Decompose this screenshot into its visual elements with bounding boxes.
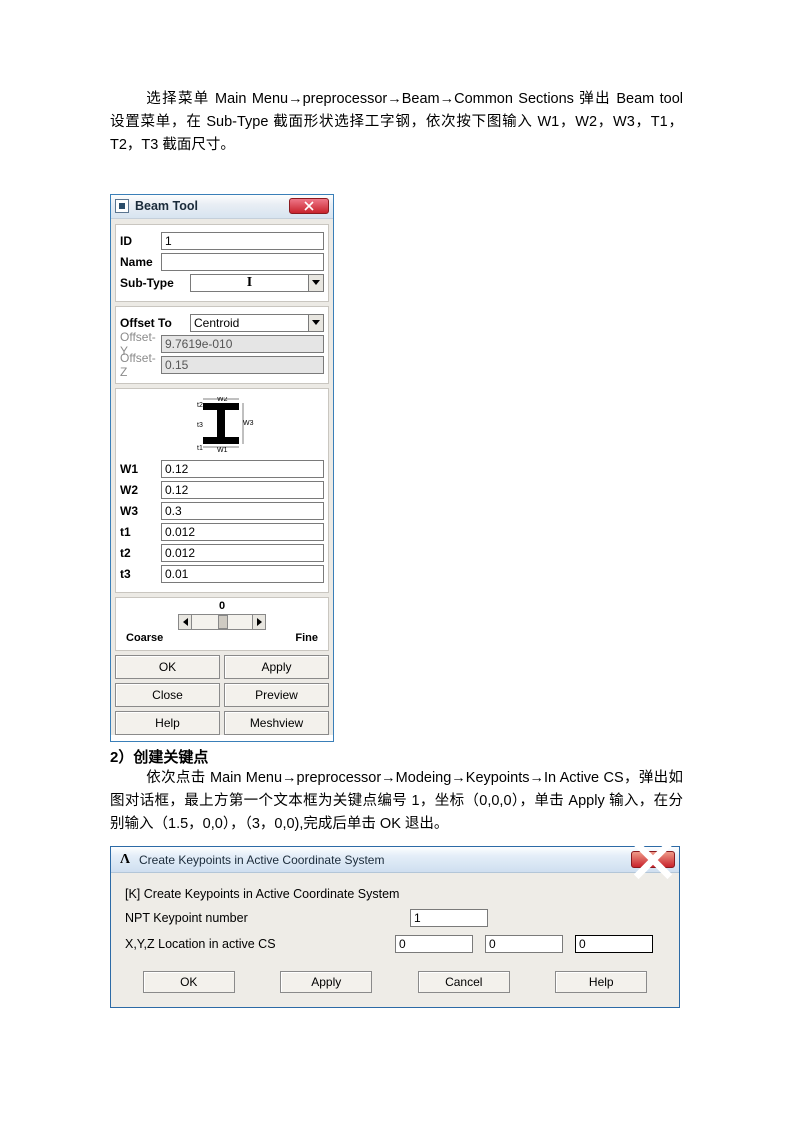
offset-to-value: Centroid xyxy=(191,315,308,331)
coarse-label: Coarse xyxy=(126,632,163,644)
kp-apply-button[interactable]: Apply xyxy=(280,971,372,993)
t1-input[interactable] xyxy=(161,523,324,541)
kp-help-button[interactable]: Help xyxy=(555,971,647,993)
t2-label: t2 xyxy=(120,546,161,560)
close-button[interactable] xyxy=(289,198,329,214)
triangle-left-icon xyxy=(183,618,188,626)
kp-title: Create Keypoints in Active Coordinate Sy… xyxy=(139,853,384,867)
ansys-icon: Λ xyxy=(117,852,133,868)
xyz-label: X,Y,Z Location in active CS xyxy=(125,937,395,951)
beam-tool-titlebar[interactable]: Beam Tool xyxy=(111,195,333,219)
triangle-right-icon xyxy=(257,618,262,626)
dimensions-panel: t2 W2 t3 W3 t1 W1 W1 W2 W3 t1 xyxy=(115,388,329,593)
fine-label: Fine xyxy=(295,632,318,644)
offset-z-input xyxy=(161,356,324,374)
subtype-dropdown-button[interactable] xyxy=(308,275,323,291)
apply-button[interactable]: Apply xyxy=(224,655,329,679)
offset-to-select[interactable]: Centroid xyxy=(190,314,324,332)
svg-text:t2: t2 xyxy=(197,402,203,409)
button-grid: OK Apply Close Preview Help Meshview xyxy=(115,655,329,735)
name-input[interactable] xyxy=(161,253,324,271)
ibeam-icon: I xyxy=(247,275,252,291)
offset-to-label: Offset To xyxy=(120,316,190,330)
svg-text:t3: t3 xyxy=(197,422,203,429)
offset-to-dropdown-button[interactable] xyxy=(308,315,323,331)
system-menu-icon[interactable] xyxy=(115,199,129,213)
t3-label: t3 xyxy=(120,567,161,581)
subtype-label: Sub-Type xyxy=(120,276,190,290)
w1-input[interactable] xyxy=(161,460,324,478)
slider-thumb[interactable] xyxy=(218,615,228,629)
npt-input[interactable] xyxy=(410,909,488,927)
preview-button[interactable]: Preview xyxy=(224,683,329,707)
svg-text:t1: t1 xyxy=(197,445,203,452)
w2-label: W2 xyxy=(120,483,161,497)
z-input[interactable] xyxy=(575,935,653,953)
close-icon xyxy=(304,201,314,211)
id-label: ID xyxy=(120,234,161,248)
npt-label: NPT Keypoint number xyxy=(125,911,410,925)
chevron-down-icon xyxy=(312,320,320,325)
id-panel: ID Name Sub-Type I xyxy=(115,224,329,302)
intro-paragraph: 选择菜单 Main Menu→preprocessor→Beam→Common … xyxy=(110,88,683,158)
id-input[interactable] xyxy=(161,232,324,250)
kp-close-button[interactable] xyxy=(631,851,675,868)
slider-right-button[interactable] xyxy=(252,614,266,630)
w3-label: W3 xyxy=(120,504,161,518)
w3-input[interactable] xyxy=(161,502,324,520)
chevron-down-icon xyxy=(312,280,320,285)
mesh-density-panel: 0 Coarse Fine xyxy=(115,597,329,651)
section-2-paragraph: 依次点击 Main Menu→preprocessor→Modeing→Keyp… xyxy=(110,767,683,837)
offset-y-input xyxy=(161,335,324,353)
t3-input[interactable] xyxy=(161,565,324,583)
svg-text:W1: W1 xyxy=(217,447,228,453)
subtype-select[interactable]: I xyxy=(190,274,324,292)
kp-cancel-button[interactable]: Cancel xyxy=(418,971,510,993)
create-keypoints-dialog: Λ Create Keypoints in Active Coordinate … xyxy=(110,846,680,1008)
kp-titlebar[interactable]: Λ Create Keypoints in Active Coordinate … xyxy=(111,847,679,873)
help-button[interactable]: Help xyxy=(115,711,220,735)
slider-value: 0 xyxy=(116,600,328,612)
kp-ok-button[interactable]: OK xyxy=(143,971,235,993)
w2-input[interactable] xyxy=(161,481,324,499)
ok-button[interactable]: OK xyxy=(115,655,220,679)
close-button[interactable]: Close xyxy=(115,683,220,707)
svg-text:W3: W3 xyxy=(243,420,254,427)
section-2-title: 2）创建关键点 xyxy=(110,746,683,767)
beam-tool-dialog: Beam Tool ID Name Sub-Type I xyxy=(110,194,334,742)
offset-panel: Offset To Centroid Offset-Y Offset-Z xyxy=(115,306,329,384)
section-diagram: t2 W2 t3 W3 t1 W1 xyxy=(120,393,324,457)
slider-left-button[interactable] xyxy=(178,614,192,630)
y-input[interactable] xyxy=(485,935,563,953)
meshview-button[interactable]: Meshview xyxy=(224,711,329,735)
close-icon xyxy=(632,839,674,881)
x-input[interactable] xyxy=(395,935,473,953)
w1-label: W1 xyxy=(120,462,161,476)
t1-label: t1 xyxy=(120,525,161,539)
beam-tool-title: Beam Tool xyxy=(135,199,198,213)
t2-input[interactable] xyxy=(161,544,324,562)
offset-z-label: Offset-Z xyxy=(120,351,161,379)
name-label: Name xyxy=(120,255,161,269)
kp-heading: [K] Create Keypoints in Active Coordinat… xyxy=(125,887,665,901)
slider-track[interactable] xyxy=(192,614,252,630)
svg-text:W2: W2 xyxy=(217,397,228,403)
